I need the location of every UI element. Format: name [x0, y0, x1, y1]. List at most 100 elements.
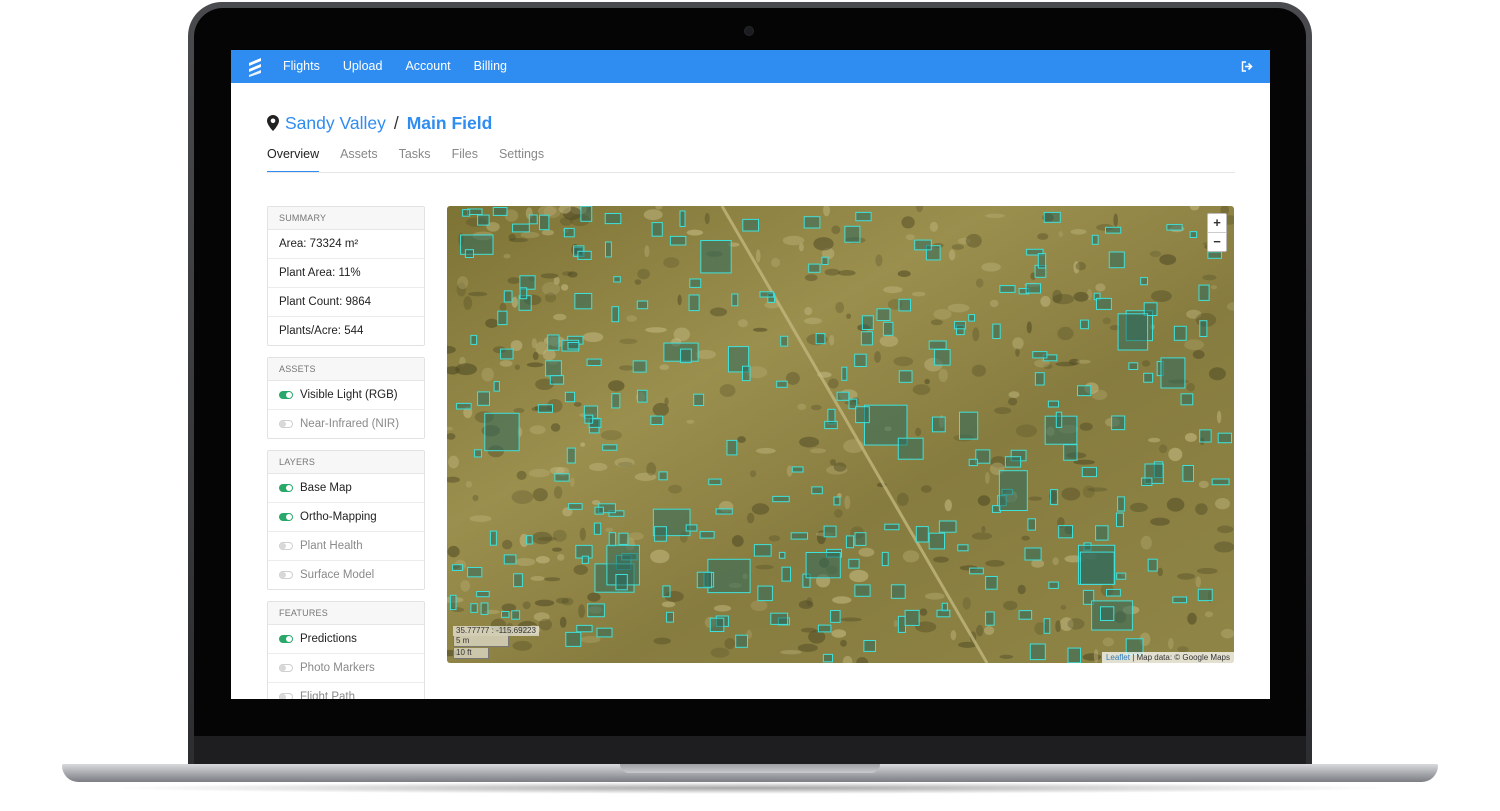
- layer-toggle-base-map[interactable]: Base Map: [268, 474, 424, 503]
- prediction-box: [985, 611, 995, 626]
- logout-icon[interactable]: [1241, 61, 1253, 72]
- prediction-box: [651, 222, 663, 237]
- leaflet-link[interactable]: Leaflet: [1106, 653, 1130, 662]
- prediction-box: [679, 210, 686, 227]
- tab-tasks[interactable]: Tasks: [399, 147, 431, 171]
- layers-heading: LAYERS: [268, 451, 424, 474]
- prediction-box: [470, 334, 478, 345]
- toggle-switch-icon[interactable]: [279, 693, 293, 699]
- prediction-box: [897, 615, 906, 633]
- prediction-box: [636, 300, 649, 310]
- prediction-box: [503, 554, 517, 565]
- prediction-box: [1117, 496, 1125, 512]
- prediction-box: [954, 320, 967, 330]
- toggle-label: Predictions: [300, 633, 357, 645]
- tab-bar: Overview Assets Tasks Files Settings: [267, 147, 565, 173]
- prediction-box: [596, 627, 613, 638]
- prediction-box: [1037, 253, 1047, 269]
- prediction-box: [470, 603, 478, 613]
- prediction-box: [1058, 525, 1074, 539]
- prediction-box: [452, 564, 463, 572]
- tab-assets[interactable]: Assets: [340, 147, 378, 171]
- prediction-box: [882, 321, 894, 336]
- prediction-box: [770, 612, 789, 625]
- aerial-imagery[interactable]: [447, 206, 1234, 663]
- prediction-box: [778, 551, 786, 559]
- prediction-box: [1147, 558, 1158, 572]
- prediction-box: [1080, 319, 1089, 330]
- toggle-switch-icon[interactable]: [279, 484, 293, 492]
- prediction-box: [484, 412, 520, 452]
- breadcrumb-separator: /: [393, 112, 399, 133]
- prediction-box: [841, 366, 848, 381]
- layers-panel: LAYERS Base Map Ortho-Mapping Plant Heal…: [267, 450, 425, 590]
- prediction-box: [1018, 610, 1033, 620]
- asset-toggle-rgb[interactable]: Visible Light (RGB): [268, 381, 424, 410]
- toggle-label: Plant Health: [300, 540, 363, 552]
- prediction-box: [823, 525, 837, 538]
- map-view[interactable]: + − 35.77777 : -115.69223 5 m 10 ft Leaf…: [447, 206, 1234, 663]
- prediction-box: [830, 610, 841, 623]
- laptop-notch: [620, 764, 880, 773]
- toggle-label: Near-Infrared (NIR): [300, 418, 400, 430]
- prediction-box: [512, 223, 530, 233]
- feature-toggle-predictions[interactable]: Predictions: [268, 625, 424, 654]
- summary-area: Area: 73324 m²: [268, 230, 424, 259]
- prediction-box: [689, 278, 702, 288]
- layer-toggle-ortho-mapping[interactable]: Ortho-Mapping: [268, 503, 424, 532]
- prediction-box: [1217, 432, 1233, 444]
- prediction-box: [688, 294, 700, 312]
- prediction-box: [811, 486, 823, 495]
- prediction-box: [554, 473, 570, 482]
- prediction-box: [938, 520, 957, 533]
- zoom-out-button[interactable]: −: [1208, 233, 1226, 251]
- tab-settings[interactable]: Settings: [499, 147, 544, 171]
- prediction-box: [526, 535, 533, 545]
- nav-link-upload[interactable]: Upload: [343, 50, 383, 83]
- nav-link-flights[interactable]: Flights: [283, 50, 320, 83]
- zoom-in-button[interactable]: +: [1208, 214, 1226, 233]
- prediction-box: [884, 523, 900, 531]
- toggle-switch-icon[interactable]: [279, 420, 293, 428]
- prediction-box: [1027, 518, 1037, 531]
- nav-link-billing[interactable]: Billing: [474, 50, 507, 83]
- toggle-switch-icon[interactable]: [279, 542, 293, 550]
- toggle-switch-icon[interactable]: [279, 635, 293, 643]
- asset-toggle-nir[interactable]: Near-Infrared (NIR): [268, 410, 424, 438]
- toggle-switch-icon[interactable]: [279, 571, 293, 579]
- toggle-switch-icon[interactable]: [279, 513, 293, 521]
- prediction-box: [476, 591, 490, 598]
- prediction-box: [699, 531, 715, 539]
- prediction-box: [742, 365, 751, 382]
- prediction-box: [1081, 466, 1097, 478]
- prediction-box: [568, 503, 583, 510]
- breadcrumb-parent-link[interactable]: Sandy Valley: [285, 113, 386, 134]
- prediction-box: [934, 349, 951, 366]
- feature-toggle-photo-markers[interactable]: Photo Markers: [268, 654, 424, 683]
- prediction-box: [1050, 489, 1059, 506]
- tab-overview[interactable]: Overview: [267, 147, 320, 173]
- prediction-box: [1211, 478, 1230, 486]
- page-title[interactable]: Main Field: [407, 113, 493, 134]
- feature-toggle-flight-path[interactable]: Flight Path: [268, 683, 424, 699]
- toggle-switch-icon[interactable]: [279, 664, 293, 672]
- prediction-box: [928, 532, 946, 550]
- tab-files[interactable]: Files: [452, 147, 478, 171]
- logo-icon[interactable]: [247, 57, 263, 77]
- prediction-box: [547, 334, 560, 351]
- prediction-box: [1043, 618, 1051, 634]
- prediction-box: [759, 291, 775, 298]
- summary-heading: SUMMARY: [268, 207, 424, 230]
- nav-link-account[interactable]: Account: [405, 50, 450, 83]
- prediction-box: [511, 610, 521, 620]
- prediction-box: [715, 508, 733, 515]
- prediction-box: [731, 293, 739, 307]
- layer-toggle-surface-model[interactable]: Surface Model: [268, 561, 424, 589]
- summary-plant-area: Plant Area: 11%: [268, 259, 424, 288]
- toggle-switch-icon[interactable]: [279, 391, 293, 399]
- zoom-control: + −: [1207, 213, 1227, 252]
- prediction-box: [477, 391, 490, 406]
- layer-toggle-plant-health[interactable]: Plant Health: [268, 532, 424, 561]
- prediction-box: [1172, 596, 1188, 604]
- prediction-box: [708, 478, 722, 486]
